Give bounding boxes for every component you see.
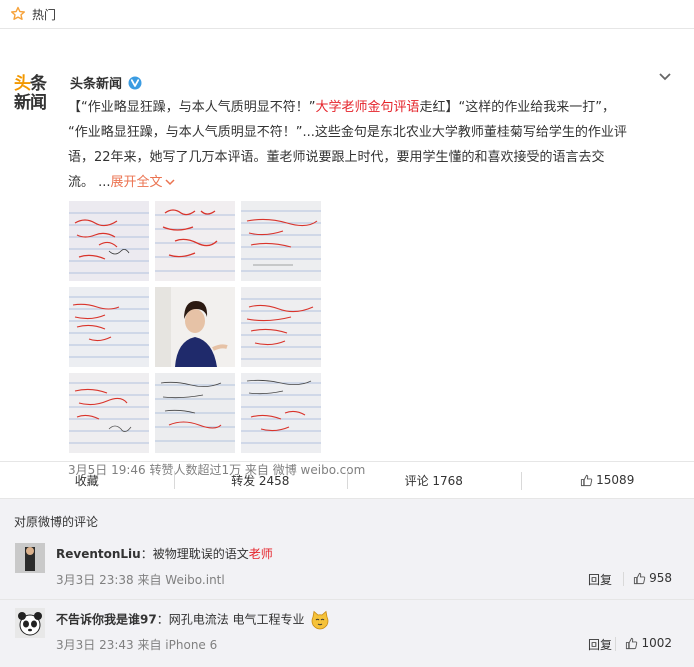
author-name[interactable]: 头条新闻: [70, 73, 122, 92]
author-row: 头条新闻: [70, 73, 142, 92]
photo-thumbnail[interactable]: [155, 373, 235, 453]
photo-thumbnail[interactable]: [241, 287, 321, 367]
expand-label: 展开全文: [111, 175, 163, 190]
photo-thumbnail[interactable]: [69, 201, 149, 281]
comment-like-count: 958: [649, 571, 672, 585]
thumbs-up-icon: [633, 572, 646, 585]
reply-button[interactable]: 回复: [588, 636, 612, 653]
comment-separator: ：: [141, 547, 153, 561]
comment-time: 3月3日 23:38 来自 Weibo.intl: [56, 571, 225, 588]
comment-content: ReventonLiu：被物理耽误的语文老师: [56, 545, 273, 562]
repost-label: 转发 2458: [231, 472, 289, 489]
post-text-line-2: “作业略显狂躁，与本人气质明显不符！”...这些金句是东北农业大学教师董桂菊写给…: [68, 120, 672, 145]
post-text: 【“作业略显狂躁，与本人气质明显不符！”大学老师金句评语走红】“这样的作业给我来…: [68, 95, 672, 195]
commenter-name[interactable]: 不告诉你我是谁97: [56, 613, 157, 627]
comment-text-highlight[interactable]: 老师: [249, 547, 273, 561]
avatar[interactable]: [15, 543, 45, 573]
comment-text: 网孔电流法 电气工程专业: [169, 613, 305, 627]
photo-thumbnail[interactable]: [69, 373, 149, 453]
photo-thumbnail[interactable]: [69, 287, 149, 367]
reply-button[interactable]: 回复: [588, 571, 612, 588]
post-text-line-4: 流。 ...: [68, 175, 111, 190]
avatar[interactable]: [15, 608, 45, 638]
photo-thumbnail[interactable]: [241, 201, 321, 281]
thumbs-up-icon: [625, 637, 638, 650]
comment-like-button[interactable]: 958: [633, 571, 672, 585]
commenter-name[interactable]: ReventonLiu: [56, 547, 141, 561]
topic-link[interactable]: 大学老师金句评语: [315, 100, 419, 115]
star-icon: [10, 6, 26, 22]
expand-full-text-link[interactable]: 展开全文: [111, 175, 175, 190]
photo-grid: [69, 201, 323, 453]
comment-like-button[interactable]: 1002: [625, 636, 672, 650]
like-count: 15089: [596, 473, 634, 487]
thumbs-up-icon: [580, 474, 593, 487]
photo-thumbnail[interactable]: [241, 373, 321, 453]
logo-char-1: 头: [14, 74, 30, 94]
comment-content: 不告诉你我是谁97：网孔电流法 电气工程专业: [56, 610, 330, 630]
logo-line-2: 新闻: [14, 93, 54, 113]
hot-header: 热门: [0, 0, 694, 29]
expand-chevron-icon: [165, 178, 175, 186]
favorite-button[interactable]: 收藏: [0, 472, 174, 489]
comment-separator: ：: [157, 613, 169, 627]
comments-section: 对原微博的评论 ReventonLiu：被物理耽误的语文老师 3月3日 23:3…: [0, 499, 694, 667]
toutiao-news-logo[interactable]: 头条 新闻: [14, 75, 54, 119]
hot-label: 热门: [32, 6, 56, 23]
like-button[interactable]: 15089: [521, 473, 694, 487]
post-text-line-1: 【“作业略显狂躁，与本人气质明显不符！”: [68, 100, 315, 115]
favorite-label: 收藏: [75, 472, 99, 489]
cat-emoji-icon: [310, 610, 330, 630]
comment-item: ReventonLiu：被物理耽误的语文老师 3月3日 23:38 来自 Wei…: [0, 535, 694, 600]
comment-time: 3月3日 23:43 来自 iPhone 6: [56, 636, 217, 653]
comments-title: 对原微博的评论: [0, 499, 694, 531]
photo-thumbnail[interactable]: [155, 201, 235, 281]
comment-item: 不告诉你我是谁97：网孔电流法 电气工程专业 3月3日 23:43 来自 iPh…: [0, 600, 694, 664]
weibo-post: 头条 新闻 头条新闻 【“作业略显狂躁，与本人气质明显不符！”大学老师金句评语走…: [0, 29, 694, 461]
post-text-line-3: 语，22年来，她写了几万本评语。董老师说要跟上时代，要用学生懂的和喜欢接受的语言…: [68, 145, 672, 170]
teacher-photo[interactable]: [155, 287, 235, 367]
chevron-down-icon[interactable]: [658, 71, 672, 83]
verified-icon: [128, 76, 142, 90]
comment-text: 被物理耽误的语文: [153, 547, 249, 561]
comment-button[interactable]: 评论 1768: [347, 472, 521, 489]
comment-label: 评论 1768: [405, 472, 463, 489]
repost-button[interactable]: 转发 2458: [174, 472, 348, 489]
logo-char-2: 条: [30, 74, 46, 94]
post-text-line-1b: 走红】“这样的作业给我来一打”，: [420, 100, 615, 115]
comment-like-count: 1002: [641, 636, 672, 650]
